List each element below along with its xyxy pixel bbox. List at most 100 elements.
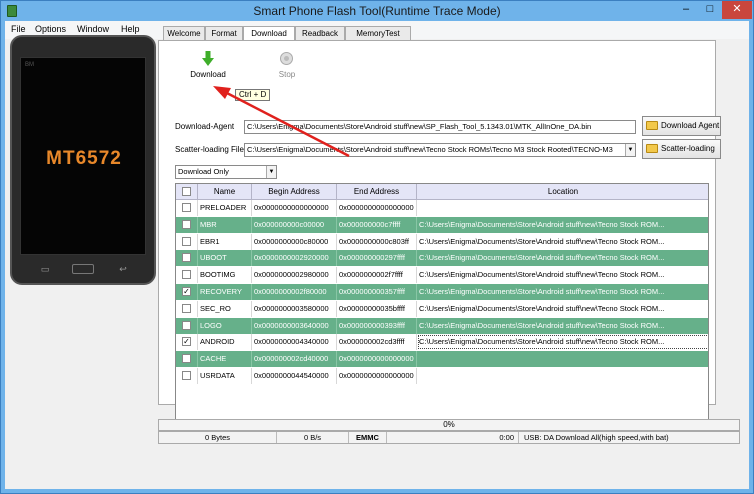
cell-checkbox[interactable] bbox=[176, 317, 198, 334]
table-row[interactable]: MBR 0x000000000c00000 0x000000000c7ffff C:\… bbox=[176, 216, 708, 233]
cell-name: MBR bbox=[198, 216, 252, 233]
cell-location: C:\Users\Enigma\Documents\Store\Android … bbox=[417, 301, 708, 317]
header-end-address[interactable]: End Address bbox=[337, 184, 417, 200]
cell-name: BOOTIMG bbox=[198, 267, 252, 284]
status-bar: 0 Bytes 0 B/s EMMC 0:00 USB: DA Download… bbox=[158, 431, 740, 444]
phone-brand: BM bbox=[25, 62, 34, 68]
header-name[interactable]: Name bbox=[198, 184, 252, 200]
header-location[interactable]: Location bbox=[417, 184, 708, 200]
menu-options[interactable]: Options bbox=[35, 24, 66, 34]
download-panel: Download Stop Ctrl + D Download-Agent C:… bbox=[158, 40, 721, 421]
status-bytes: 0 Bytes bbox=[159, 432, 277, 443]
menu-file[interactable]: File bbox=[11, 24, 26, 34]
progress-text: 0% bbox=[443, 420, 455, 429]
chevron-down-icon[interactable]: ▼ bbox=[266, 166, 276, 178]
cell-checkbox[interactable] bbox=[176, 216, 198, 233]
row-checkbox[interactable] bbox=[182, 303, 191, 313]
cell-name: CACHE bbox=[198, 351, 252, 368]
table-row[interactable]: ✓ ANDROID 0x0000000004340000 0x000000002cd3… bbox=[176, 334, 708, 351]
select-all-checkbox[interactable] bbox=[182, 187, 191, 196]
cell-checkbox[interactable] bbox=[176, 200, 198, 216]
cell-begin-address: 0x0000000003580000 bbox=[252, 300, 337, 317]
cell-end-address: 0x0000000000000000 bbox=[337, 200, 417, 216]
cell-begin-address: 0x0000000044540000 bbox=[252, 368, 337, 384]
table-row[interactable]: PRELOADER 0x0000000000000000 0x00000000000… bbox=[176, 200, 708, 216]
cell-begin-address: 0x0000000000c80000 bbox=[252, 233, 337, 250]
row-checkbox[interactable] bbox=[182, 203, 191, 212]
table-row[interactable]: ✓ RECOVERY 0x0000000002f80000 0x00000000035… bbox=[176, 284, 708, 300]
chevron-down-icon[interactable]: ▼ bbox=[625, 144, 635, 156]
menu-help[interactable]: Help bbox=[121, 24, 140, 34]
menu-window[interactable]: Window bbox=[77, 24, 109, 34]
cell-checkbox[interactable]: ✓ bbox=[176, 334, 198, 351]
table-row[interactable]: SEC_RO 0x0000000003580000 0x00000000035bff… bbox=[176, 300, 708, 317]
status-time: 0:00 bbox=[387, 432, 519, 443]
cell-begin-address: 0x0000000000000000 bbox=[252, 200, 337, 216]
table-row[interactable]: LOGO 0x0000000003640000 0x000000000393ffff… bbox=[176, 317, 708, 334]
cell-begin-address: 0x0000000003640000 bbox=[252, 317, 337, 334]
row-checkbox[interactable] bbox=[182, 270, 191, 280]
cell-begin-address: 0x0000000002f80000 bbox=[252, 284, 337, 300]
tab-memorytest[interactable]: MemoryTest bbox=[345, 26, 411, 41]
row-checkbox[interactable] bbox=[182, 354, 191, 364]
stop-label: Stop bbox=[278, 70, 296, 79]
download-arrow-icon bbox=[202, 51, 214, 66]
row-checkbox[interactable] bbox=[182, 236, 191, 246]
scatter-loading-button[interactable]: Scatter-loading bbox=[642, 139, 721, 159]
row-checkbox[interactable] bbox=[182, 219, 191, 229]
cell-name: EBR1 bbox=[198, 233, 252, 250]
cell-checkbox[interactable] bbox=[176, 351, 198, 368]
tab-welcome[interactable]: Welcome bbox=[163, 26, 205, 41]
cell-end-address: 0x0000000000000000 bbox=[337, 368, 417, 384]
header-begin-address[interactable]: Begin Address bbox=[252, 184, 337, 200]
window-title: Smart Phone Flash Tool(Runtime Trace Mod… bbox=[253, 4, 501, 18]
cell-name: LOGO bbox=[198, 317, 252, 334]
table-row[interactable]: USRDATA 0x0000000044540000 0x0000000000000… bbox=[176, 368, 708, 384]
cell-checkbox[interactable]: ✓ bbox=[176, 284, 198, 300]
close-button[interactable]: ✕ bbox=[722, 1, 752, 19]
folder-icon bbox=[646, 121, 658, 130]
tab-readback[interactable]: Readback bbox=[295, 26, 345, 41]
scatter-file-select[interactable]: C:\Users\Enigma\Documents\Store\Android … bbox=[244, 143, 636, 157]
table-row[interactable]: BOOTIMG 0x0000000002980000 0x0000000002f7f… bbox=[176, 267, 708, 284]
stop-button[interactable]: Stop bbox=[260, 49, 314, 81]
cell-location: C:\Users\Enigma\Documents\Store\Android … bbox=[417, 284, 708, 300]
tab-format[interactable]: Format bbox=[205, 26, 243, 41]
row-checkbox[interactable] bbox=[182, 320, 191, 330]
back-key-icon: ↩ bbox=[119, 264, 127, 274]
download-mode-select[interactable]: Download Only ▼ bbox=[175, 165, 277, 179]
cell-checkbox[interactable] bbox=[176, 368, 198, 384]
download-agent-button[interactable]: Download Agent bbox=[642, 116, 721, 136]
row-checkbox-checked[interactable]: ✓ bbox=[182, 287, 191, 296]
cell-name: SEC_RO bbox=[198, 300, 252, 317]
cell-name: RECOVERY bbox=[198, 284, 252, 300]
download-agent-field[interactable]: C:\Users\Enigma\Documents\Store\Android … bbox=[244, 120, 636, 134]
cell-checkbox[interactable] bbox=[176, 233, 198, 250]
partition-table: Name Begin Address End Address Location … bbox=[175, 183, 709, 421]
cell-checkbox[interactable] bbox=[176, 250, 198, 267]
table-row[interactable]: EBR1 0x0000000000c80000 0x0000000000c803ff… bbox=[176, 233, 708, 250]
phone-image: BM MT6572 ▭ ↩ bbox=[10, 35, 156, 285]
cell-location: C:\Users\Enigma\Documents\Store\Android … bbox=[417, 216, 708, 233]
download-button[interactable]: Download bbox=[181, 49, 235, 81]
cell-checkbox[interactable] bbox=[176, 300, 198, 317]
download-agent-label: Download-Agent bbox=[175, 122, 235, 131]
row-checkbox[interactable] bbox=[182, 253, 191, 263]
table-row[interactable]: UBOOT 0x0000000002920000 0x000000000297fff… bbox=[176, 250, 708, 267]
cell-name: PRELOADER bbox=[198, 200, 252, 216]
cell-end-address: 0x000000000c7ffff bbox=[337, 216, 417, 233]
minimize-button[interactable]: – bbox=[674, 1, 698, 19]
table-row[interactable]: CACHE 0x000000002cd40000 0x000000000000000… bbox=[176, 351, 708, 368]
maximize-button[interactable]: □ bbox=[698, 1, 722, 19]
cell-checkbox[interactable] bbox=[176, 267, 198, 284]
header-select-all[interactable] bbox=[176, 184, 198, 200]
status-speed: 0 B/s bbox=[277, 432, 349, 443]
cell-begin-address: 0x000000000c00000 bbox=[252, 216, 337, 233]
row-checkbox-checked[interactable]: ✓ bbox=[182, 337, 191, 347]
download-agent-button-label: Download Agent bbox=[661, 121, 720, 130]
stop-icon bbox=[280, 52, 293, 65]
folder-icon bbox=[646, 144, 658, 153]
cell-end-address: 0x000000000393ffff bbox=[337, 317, 417, 334]
cell-name: UBOOT bbox=[198, 250, 252, 267]
row-checkbox[interactable] bbox=[182, 371, 191, 380]
